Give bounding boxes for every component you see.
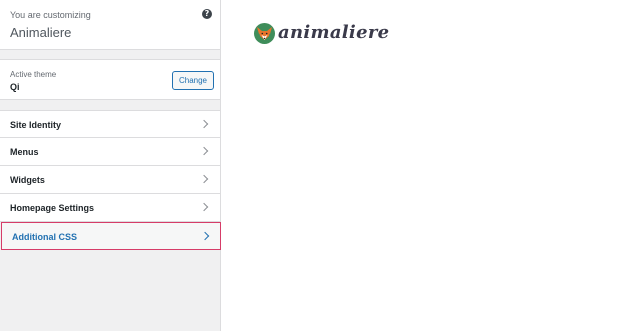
chevron-right-icon: [199, 202, 209, 212]
customizer-app: You are customizing Animaliere ? Active …: [0, 0, 620, 331]
site-preview: [222, 0, 620, 331]
help-icon[interactable]: ?: [202, 9, 212, 19]
active-theme-name: Qi: [10, 82, 20, 92]
customize-info-panel: You are customizing Animaliere ?: [0, 0, 220, 50]
menu-item-additional-css[interactable]: Additional CSS: [1, 222, 221, 250]
menu-item-menus[interactable]: Menus: [0, 138, 220, 166]
menu-item-label: Homepage Settings: [10, 203, 95, 213]
change-theme-button[interactable]: Change: [172, 71, 214, 90]
fox-face-graphic: [257, 27, 272, 40]
active-theme-panel: Active theme Qi Change: [0, 59, 220, 100]
customizer-sidebar: You are customizing Animaliere ? Active …: [0, 0, 221, 331]
menu-item-site-identity[interactable]: Site Identity: [0, 110, 220, 138]
menu-item-homepage-settings[interactable]: Homepage Settings: [0, 194, 220, 222]
menu-item-label: Widgets: [10, 175, 45, 185]
chevron-right-icon: [199, 174, 209, 184]
chevron-right-icon: [199, 146, 209, 156]
menu-item-widgets[interactable]: Widgets: [0, 166, 220, 194]
menu-item-label: Site Identity: [10, 120, 62, 130]
site-logo-text[interactable]: animaliere: [278, 22, 389, 43]
customizing-label: You are customizing: [10, 10, 91, 20]
active-theme-label: Active theme: [10, 70, 57, 79]
customizer-menu: Site Identity Menus Widgets Homepage Set…: [0, 110, 221, 250]
menu-item-label: Additional CSS: [12, 232, 77, 242]
chevron-right-icon: [200, 231, 210, 241]
chevron-right-icon: [199, 119, 209, 129]
menu-item-label: Menus: [10, 147, 39, 157]
site-title: Animaliere: [10, 25, 72, 40]
fox-face-icon[interactable]: [254, 23, 275, 44]
